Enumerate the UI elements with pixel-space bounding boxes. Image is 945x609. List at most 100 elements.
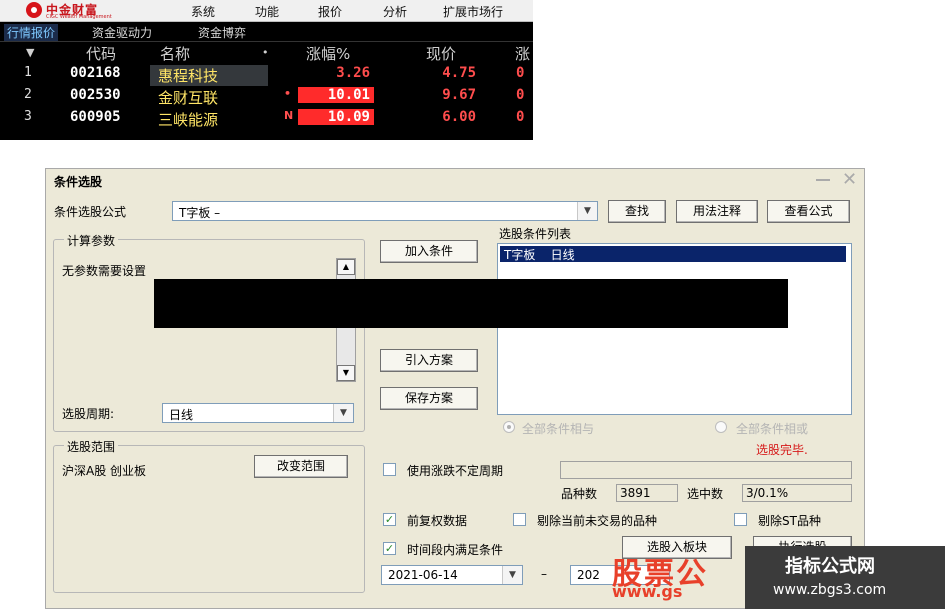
condition-list-label: 选股条件列表 [499, 227, 572, 241]
change-pct: 10.01 [298, 87, 374, 103]
time-range-checkbox[interactable]: ✓ [383, 542, 396, 555]
stock-code: 002168 [70, 65, 121, 81]
chevron-down-icon[interactable]: ▼ [333, 404, 353, 422]
table-row[interactable]: 2 002530 金财互联 • 10.01 9.67 0 [0, 86, 533, 107]
params-text: 无参数需要设置 [62, 264, 147, 278]
range-text: 沪深A股 创业板 [62, 464, 147, 478]
price: 9.67 [442, 87, 476, 103]
table-header: ▼ 代码 名称 • 涨幅% 现价 涨 [0, 42, 533, 64]
change: 0 [516, 65, 525, 81]
menu-quote[interactable]: 报价 [318, 3, 342, 20]
find-button[interactable]: 查找 [608, 200, 666, 223]
scroll-down-icon[interactable]: ▼ [337, 365, 355, 381]
count-label: 品种数 [561, 487, 598, 501]
logo: 中金财富 CIGC Wealth Management [26, 1, 146, 21]
change-range-button[interactable]: 改变范围 [254, 455, 348, 478]
stock-code: 600905 [70, 109, 121, 125]
dialog-title: 条件选股 [54, 175, 103, 189]
change: 0 [516, 87, 525, 103]
table-row[interactable]: 1 002168 惠程科技 3.26 4.75 0 [0, 64, 533, 86]
menu-extended-market[interactable]: 扩展市场行 [443, 3, 503, 20]
radio-and-label: 全部条件相与 [522, 422, 595, 436]
column-price[interactable]: 现价 [426, 43, 456, 64]
save-scheme-button[interactable]: 保存方案 [380, 387, 478, 410]
column-change-pct[interactable]: 涨幅% [306, 43, 350, 64]
time-range-label: 时间段内满足条件 [407, 543, 504, 557]
menu-function[interactable]: 功能 [255, 3, 279, 20]
change: 0 [516, 109, 525, 125]
period-select[interactable]: 日线 ▼ [162, 403, 354, 423]
watermark-site: www.zbgs3.com [773, 582, 887, 598]
range-group-title: 选股范围 [64, 438, 119, 455]
date-from-picker[interactable]: 2021-06-14 ▼ [381, 565, 523, 585]
period-value: 日线 [169, 408, 194, 422]
redaction-bar [154, 279, 788, 328]
stock-name: 金财互联 [158, 89, 219, 107]
date-separator: – [541, 567, 547, 581]
prior-rights-checkbox[interactable]: ✓ [383, 513, 396, 526]
radio-or-label: 全部条件相或 [736, 422, 809, 436]
count-value: 3891 [616, 484, 678, 502]
column-code[interactable]: 代码 [86, 43, 116, 64]
change-pct: 3.26 [336, 65, 370, 81]
use-period-label: 使用涨跌不定周期 [407, 464, 504, 478]
menu-bar: 中金财富 CIGC Wealth Management 系统 功能 报价 分析 … [0, 0, 533, 22]
range-group: 选股范围 沪深A股 创业板 改变范围 [53, 438, 365, 593]
menu-system[interactable]: 系统 [191, 3, 215, 20]
logo-subtext: CIGC Wealth Management [46, 14, 112, 20]
usage-notes-button[interactable]: 用法注释 [676, 200, 758, 223]
exclude-notrade-checkbox[interactable] [513, 513, 526, 526]
column-change[interactable]: 涨 [515, 43, 530, 64]
tab-fund-drive[interactable]: 资金驱动力 [92, 24, 152, 41]
watermark-badge: 指标公式网 www.zbgs3.com [745, 546, 945, 609]
selected-value: 3/0.1% [742, 484, 852, 502]
stock-name: 三峡能源 [158, 111, 219, 129]
sort-arrow-icon[interactable]: ▼ [26, 46, 34, 59]
stock-flag: N [284, 109, 294, 122]
change-pct: 10.09 [298, 109, 374, 125]
status-text: 选股完毕. [756, 443, 808, 457]
stock-code: 002530 [70, 87, 121, 103]
radio-and[interactable] [503, 421, 515, 433]
tab-fund-game[interactable]: 资金博弈 [198, 24, 246, 41]
exclude-st-checkbox[interactable] [734, 513, 747, 526]
use-period-checkbox[interactable] [383, 463, 396, 476]
row-number: 1 [24, 65, 32, 80]
scroll-up-icon[interactable]: ▲ [337, 259, 355, 275]
chevron-down-icon[interactable]: ▼ [502, 566, 522, 584]
import-scheme-button[interactable]: 引入方案 [380, 349, 478, 372]
prior-rights-label: 前复权数据 [407, 514, 468, 528]
formula-select[interactable]: T字板 – ▼ [172, 201, 598, 221]
chevron-down-icon[interactable]: ▼ [577, 202, 597, 220]
radio-or[interactable] [715, 421, 727, 433]
minimize-icon[interactable] [816, 179, 830, 181]
price: 4.75 [442, 65, 476, 81]
period-progress [560, 461, 852, 479]
condition-list[interactable]: T字板 日线 [497, 243, 852, 415]
menu-analysis[interactable]: 分析 [383, 3, 407, 20]
date-from-value: 2021-06-14 [388, 568, 458, 582]
exclude-st-label: 剔除ST品种 [758, 514, 821, 528]
selected-label: 选中数 [687, 487, 724, 501]
price: 6.00 [442, 109, 476, 125]
formula-value: T字板 – [179, 206, 221, 220]
period-label: 选股周期: [62, 407, 115, 421]
row-number: 2 [24, 87, 32, 102]
dialog-titlebar: 条件选股 ✕ [46, 169, 864, 193]
params-group-title: 计算参数 [64, 232, 119, 249]
tab-bar: 行情报价 资金驱动力 资金博弈 [0, 22, 533, 42]
view-formula-button[interactable]: 查看公式 [767, 200, 850, 223]
exclude-notrade-label: 剔除当前未交易的品种 [537, 514, 658, 528]
formula-label: 条件选股公式 [54, 205, 127, 219]
watermark-title: 指标公式网 [785, 556, 875, 577]
column-name[interactable]: 名称 [160, 43, 190, 64]
list-item[interactable]: T字板 日线 [500, 246, 846, 262]
table-row[interactable]: 3 600905 三峡能源 N 10.09 6.00 0 [0, 108, 533, 129]
add-condition-button[interactable]: 加入条件 [380, 240, 478, 263]
row-number: 3 [24, 109, 32, 124]
logo-icon [26, 2, 42, 18]
stock-flag: • [284, 87, 292, 100]
close-icon[interactable]: ✕ [842, 171, 857, 189]
tab-quotes[interactable]: 行情报价 [4, 24, 59, 41]
quote-window: 中金财富 CIGC Wealth Management 系统 功能 报价 分析 … [0, 0, 533, 140]
